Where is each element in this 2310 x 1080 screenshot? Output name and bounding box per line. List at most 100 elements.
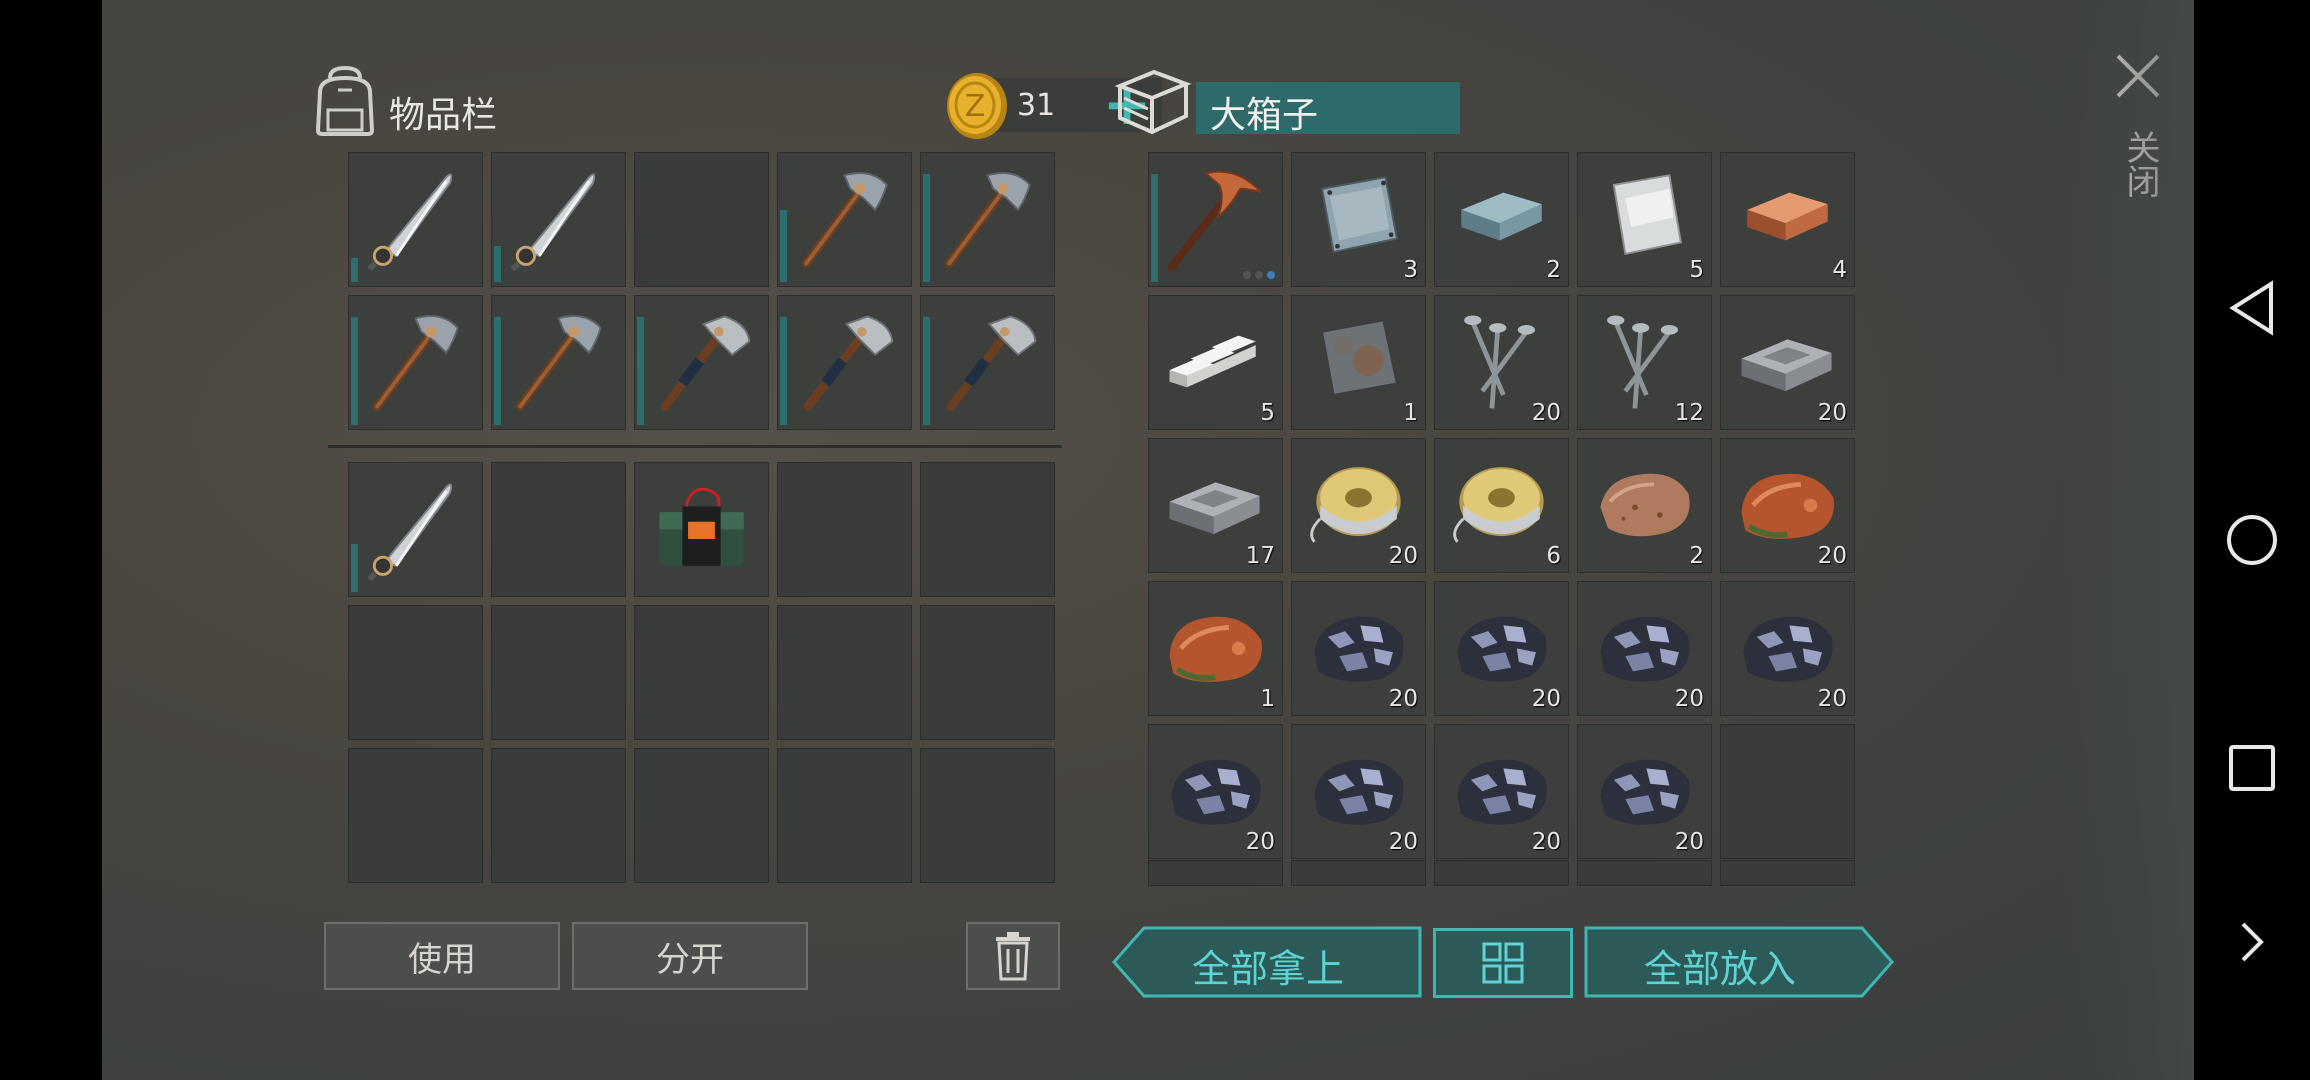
pocket-grid: [348, 152, 1055, 430]
sort-button[interactable]: [1433, 928, 1573, 998]
recents-button[interactable]: [2194, 718, 2310, 818]
container-slot[interactable]: 20: [1720, 438, 1855, 573]
backpack-slot[interactable]: [491, 605, 626, 740]
container-slot[interactable]: 20: [1291, 724, 1426, 859]
item-count: 20: [1817, 686, 1847, 712]
item-count: 20: [1531, 829, 1561, 855]
container-slot[interactable]: [1720, 724, 1855, 859]
backpack-slot[interactable]: [491, 462, 626, 597]
item-count: 20: [1674, 686, 1704, 712]
item-count: 6: [1546, 543, 1561, 569]
backpack-slot[interactable]: [348, 462, 483, 597]
item-count: 1: [1260, 686, 1275, 712]
backpack-slot[interactable]: [348, 605, 483, 740]
container-slot[interactable]: 1: [1148, 581, 1283, 716]
inventory-title: 物品栏: [389, 95, 498, 136]
copper-ore-icon: [1169, 616, 1262, 682]
copper-pickaxe-icon: [1167, 170, 1263, 272]
container-slot[interactable]: 20: [1434, 295, 1569, 430]
container-slot[interactable]: 4: [1720, 152, 1855, 287]
chevron-right-icon: [2241, 922, 2264, 962]
item-count: 20: [1817, 543, 1847, 569]
hatchet-icon: [660, 315, 751, 411]
item-count: 20: [1388, 543, 1418, 569]
backpack-slot[interactable]: [491, 748, 626, 883]
container-slot[interactable]: 20: [1720, 295, 1855, 430]
box-icon: [1114, 69, 1192, 135]
hatchet-icon: [803, 315, 894, 411]
item-count: 20: [1388, 686, 1418, 712]
container-slot[interactable]: 5: [1148, 295, 1283, 430]
backpack-grid: [348, 462, 1055, 883]
rusty-plate-icon: [1320, 319, 1398, 397]
pocket-slot[interactable]: [920, 152, 1055, 287]
item-count: 4: [1832, 257, 1847, 283]
pocket-slot[interactable]: [348, 295, 483, 430]
container-slot[interactable]: 12: [1577, 295, 1712, 430]
container-slot[interactable]: 17: [1148, 438, 1283, 573]
backpack-slot[interactable]: [634, 462, 769, 597]
item-count: 20: [1531, 400, 1561, 426]
container-slot[interactable]: 3: [1291, 152, 1426, 287]
backpack-slot[interactable]: [634, 748, 769, 883]
pocket-slot[interactable]: [777, 152, 912, 287]
pickaxe-icon: [372, 315, 459, 411]
container-slot[interactable]: [1148, 152, 1283, 287]
pocket-slot[interactable]: [348, 152, 483, 287]
container-title-box: 大箱子: [1196, 82, 1460, 136]
container-slot[interactable]: 20: [1720, 581, 1855, 716]
use-button[interactable]: 使用: [324, 922, 560, 990]
variant-dots: [1243, 271, 1275, 279]
item-count: 5: [1689, 257, 1704, 283]
durability-bar: [351, 258, 358, 282]
machete-icon: [510, 173, 596, 272]
pocket-slot[interactable]: [634, 152, 769, 287]
pocket-slot[interactable]: [491, 152, 626, 287]
nav-expand-button[interactable]: [2194, 892, 2310, 992]
container-slot[interactable]: 20: [1434, 581, 1569, 716]
coin-icon: Z: [947, 73, 1007, 139]
backpack-slot[interactable]: [634, 605, 769, 740]
wire-spool-icon: [1453, 467, 1544, 543]
durability-bar: [351, 544, 358, 592]
container-slot[interactable]: 2: [1577, 438, 1712, 573]
home-button[interactable]: [2194, 490, 2310, 590]
game-screen: 物品栏 Z 31 + 口袋 背包 使用 分开 大箱子 3: [102, 0, 2194, 1080]
container-slot[interactable]: 5: [1577, 152, 1712, 287]
copper-bar-icon: [1747, 192, 1828, 241]
container-slot[interactable]: 6: [1434, 438, 1569, 573]
container-slot[interactable]: 20: [1148, 724, 1283, 859]
backpack-slot[interactable]: [920, 462, 1055, 597]
trash-button[interactable]: [966, 922, 1060, 990]
backpack-slot[interactable]: [777, 748, 912, 883]
back-button[interactable]: [2194, 258, 2310, 358]
container-slot[interactable]: 20: [1577, 581, 1712, 716]
backpack-slot[interactable]: [920, 605, 1055, 740]
put-all-button[interactable]: 全部放入: [1584, 926, 1896, 998]
hatchet-icon: [946, 315, 1037, 411]
pocket-slot[interactable]: [777, 295, 912, 430]
container-slot[interactable]: 20: [1577, 724, 1712, 859]
container-slot[interactable]: 20: [1291, 438, 1426, 573]
pocket-slot[interactable]: [920, 295, 1055, 430]
backpack-slot[interactable]: [777, 605, 912, 740]
container-slot[interactable]: 2: [1434, 152, 1569, 287]
item-count: 20: [1388, 829, 1418, 855]
container-slot[interactable]: 20: [1291, 581, 1426, 716]
container-title: 大箱子: [1210, 95, 1319, 136]
recents-square-icon: [2229, 745, 2275, 791]
pocket-slot[interactable]: [491, 295, 626, 430]
pocket-slot[interactable]: [634, 295, 769, 430]
item-count: 20: [1817, 400, 1847, 426]
backpack-slot[interactable]: [920, 748, 1055, 883]
close-label[interactable]: 关闭: [2116, 130, 2165, 198]
close-icon[interactable]: [2114, 52, 2162, 100]
container-slot[interactable]: 1: [1291, 295, 1426, 430]
steel-sheet-icon: [1612, 174, 1683, 256]
backpack-slot[interactable]: [348, 748, 483, 883]
container-slot[interactable]: 20: [1434, 724, 1569, 859]
coin-count: 31: [1017, 88, 1056, 123]
container-grid: 3 2 5 4 5 1 20 12 20 17 20 6 2 20 1 20 20 20 20 20 20 20 20: [1148, 152, 1855, 859]
split-button[interactable]: 分开: [572, 922, 808, 990]
backpack-slot[interactable]: [777, 462, 912, 597]
